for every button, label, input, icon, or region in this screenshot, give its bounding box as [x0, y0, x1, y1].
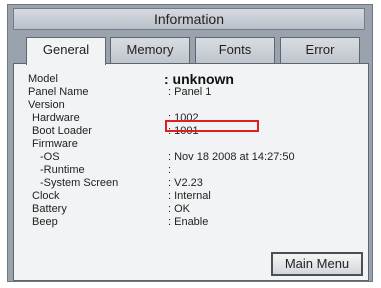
beep-value: : Enable — [168, 216, 209, 228]
system-screen-label: -System Screen — [40, 177, 119, 189]
version-label: Version — [28, 99, 65, 111]
firmware-label: Firmware — [32, 138, 78, 150]
hardware-label: Hardware — [32, 112, 80, 124]
tab-general[interactable]: General — [26, 37, 106, 65]
panel-name-value: : Panel 1 — [168, 86, 212, 98]
window-title: Information — [13, 8, 365, 30]
system-screen-value: : V2.23 — [168, 177, 203, 189]
panel-name-label: Panel Name — [28, 86, 89, 98]
tab-memory[interactable]: Memory — [110, 37, 190, 63]
tab-fonts[interactable]: Fonts — [195, 37, 275, 63]
general-info-panel: Model : unknown Panel Name : Panel 1 Ver… — [13, 63, 369, 281]
runtime-value: : — [168, 164, 172, 176]
information-window: Information General Memory Fonts Error M… — [7, 4, 373, 282]
model-label: Model — [28, 73, 58, 85]
clock-value: : Internal — [168, 190, 211, 202]
runtime-label: -Runtime — [40, 164, 85, 176]
runtime-highlight-box — [165, 120, 259, 132]
battery-value: : OK — [168, 203, 191, 215]
battery-label: Battery — [32, 203, 67, 215]
beep-label: Beep — [32, 216, 58, 228]
model-value: : unknown — [164, 71, 234, 87]
os-label: -OS — [40, 151, 60, 163]
tab-error[interactable]: Error — [280, 37, 360, 63]
os-value: : Nov 18 2008 at 14:27:50 — [168, 151, 295, 163]
main-menu-button[interactable]: Main Menu — [271, 252, 363, 276]
boot-loader-label: Boot Loader — [32, 125, 92, 137]
clock-label: Clock — [32, 190, 60, 202]
